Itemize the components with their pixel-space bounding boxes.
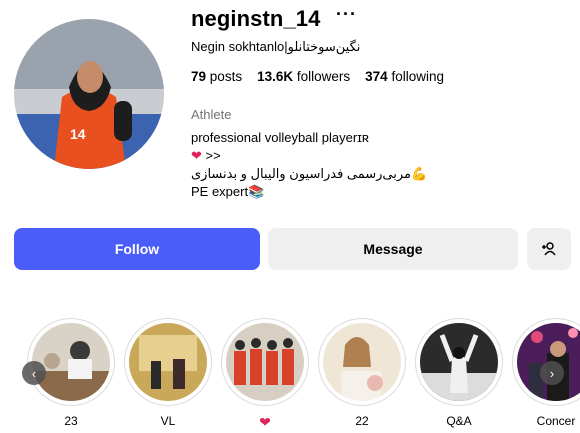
add-user-icon	[542, 242, 556, 256]
posts-stat: 79 posts	[191, 69, 243, 84]
highlight-cover-image	[129, 323, 207, 401]
avatar-image: 14	[14, 19, 164, 169]
profile-stats: 79 posts 13.6K followers 374 following	[191, 69, 444, 84]
highlight-heart-label: ❤	[221, 414, 309, 431]
books-icon: 📚	[248, 184, 265, 199]
bio-line-1: professional volleyball playerɪʀ	[191, 130, 369, 145]
profile-category: Athlete	[191, 107, 232, 122]
following-stat[interactable]: 374 following	[365, 69, 444, 84]
profile-full-name: Negin sokhtanlo|نگین‌سوختانلو	[191, 39, 361, 54]
profile-bio: professional volleyball playerɪʀ ❤ >> مر…	[191, 129, 427, 201]
highlight-item[interactable]: VL	[124, 318, 212, 428]
more-options-icon[interactable]: ···	[336, 4, 357, 25]
profile-avatar[interactable]: 14	[14, 19, 164, 169]
story-highlights: 23 VL ❤ 22 Q&A Concer	[0, 318, 580, 433]
highlight-cover-image	[32, 323, 110, 401]
followers-stat[interactable]: 13.6K followers	[257, 69, 350, 84]
highlight-cover-image	[420, 323, 498, 401]
bio-line-3: مربی‌رسمی فدراسیون والیبال و بدنسازی💪	[191, 166, 428, 181]
highlights-prev-arrow[interactable]: ‹	[22, 361, 46, 385]
bio-line-2: ❤ >>	[191, 148, 221, 163]
highlight-cover-image	[323, 323, 401, 401]
svg-text:14: 14	[70, 126, 86, 142]
highlight-item[interactable]: Q&A	[415, 318, 503, 428]
follow-button[interactable]: Follow	[14, 228, 260, 270]
add-user-button[interactable]	[527, 228, 571, 270]
highlight-cover-image	[226, 323, 304, 401]
flexed-arm-icon: 💪	[411, 166, 428, 181]
highlight-item[interactable]: 22	[318, 318, 406, 428]
highlights-next-arrow[interactable]: ›	[540, 361, 564, 385]
highlight-item[interactable]: ❤	[221, 318, 309, 431]
message-button[interactable]: Message	[268, 228, 518, 270]
bio-line-4: PE expert📚	[191, 184, 265, 199]
heart-icon: ❤	[259, 414, 271, 430]
red-heart-icon: ❤	[191, 148, 202, 163]
profile-username: neginstn_14	[191, 6, 321, 31]
